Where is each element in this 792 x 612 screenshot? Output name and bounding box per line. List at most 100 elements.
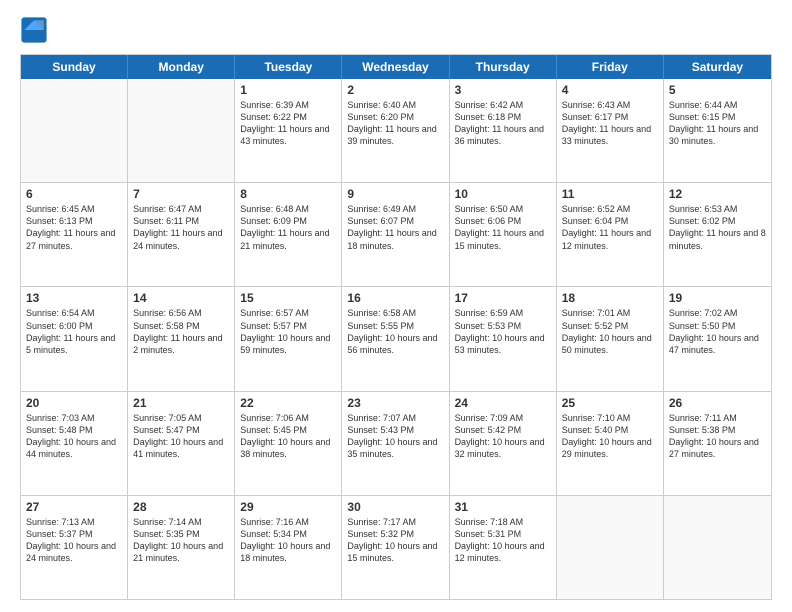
day-info: Sunrise: 6:53 AMSunset: 6:02 PMDaylight:… — [669, 203, 766, 252]
day-number: 3 — [455, 83, 551, 97]
day-number: 7 — [133, 187, 229, 201]
table-row: 15 Sunrise: 6:57 AMSunset: 5:57 PMDayligh… — [235, 287, 342, 390]
table-row: 22 Sunrise: 7:06 AMSunset: 5:45 PMDayligh… — [235, 392, 342, 495]
day-number: 23 — [347, 396, 443, 410]
day-info: Sunrise: 7:17 AMSunset: 5:32 PMDaylight:… — [347, 516, 443, 565]
table-row: 23 Sunrise: 7:07 AMSunset: 5:43 PMDayligh… — [342, 392, 449, 495]
table-row: 25 Sunrise: 7:10 AMSunset: 5:40 PMDayligh… — [557, 392, 664, 495]
day-info: Sunrise: 6:45 AMSunset: 6:13 PMDaylight:… — [26, 203, 122, 252]
table-row: 24 Sunrise: 7:09 AMSunset: 5:42 PMDayligh… — [450, 392, 557, 495]
day-number: 13 — [26, 291, 122, 305]
header-day-thursday: Thursday — [450, 55, 557, 79]
day-info: Sunrise: 7:05 AMSunset: 5:47 PMDaylight:… — [133, 412, 229, 461]
day-info: Sunrise: 6:47 AMSunset: 6:11 PMDaylight:… — [133, 203, 229, 252]
day-number: 6 — [26, 187, 122, 201]
day-number: 24 — [455, 396, 551, 410]
table-row: 8 Sunrise: 6:48 AMSunset: 6:09 PMDaylight… — [235, 183, 342, 286]
day-info: Sunrise: 6:44 AMSunset: 6:15 PMDaylight:… — [669, 99, 766, 148]
calendar-week-4: 20 Sunrise: 7:03 AMSunset: 5:48 PMDayligh… — [21, 391, 771, 495]
day-info: Sunrise: 6:56 AMSunset: 5:58 PMDaylight:… — [133, 307, 229, 356]
day-number: 17 — [455, 291, 551, 305]
table-row: 10Sunrise: 6:50 AMSunset: 6:06 PMDayligh… — [450, 183, 557, 286]
day-info: Sunrise: 7:03 AMSunset: 5:48 PMDaylight:… — [26, 412, 122, 461]
day-number: 22 — [240, 396, 336, 410]
day-number: 14 — [133, 291, 229, 305]
table-row: 16Sunrise: 6:58 AMSunset: 5:55 PMDayligh… — [342, 287, 449, 390]
day-number: 4 — [562, 83, 658, 97]
table-row: 13 Sunrise: 6:54 AMSunset: 6:00 PMDayligh… — [21, 287, 128, 390]
table-row: 18 Sunrise: 7:01 AMSunset: 5:52 PMDayligh… — [557, 287, 664, 390]
day-info: Sunrise: 7:01 AMSunset: 5:52 PMDaylight:… — [562, 307, 658, 356]
day-number: 2 — [347, 83, 443, 97]
header-day-tuesday: Tuesday — [235, 55, 342, 79]
day-info: Sunrise: 6:59 AMSunset: 5:53 PMDaylight:… — [455, 307, 551, 356]
calendar-week-3: 13 Sunrise: 6:54 AMSunset: 6:00 PMDayligh… — [21, 286, 771, 390]
table-row: 2Sunrise: 6:40 AMSunset: 6:20 PMDaylight… — [342, 79, 449, 182]
day-info: Sunrise: 6:42 AMSunset: 6:18 PMDaylight:… — [455, 99, 551, 148]
day-number: 15 — [240, 291, 336, 305]
table-row: 27 Sunrise: 7:13 AMSunset: 5:37 PMDayligh… — [21, 496, 128, 599]
page-header — [20, 16, 772, 44]
day-info: Sunrise: 6:49 AMSunset: 6:07 PMDaylight:… — [347, 203, 443, 252]
day-info: Sunrise: 7:16 AMSunset: 5:34 PMDaylight:… — [240, 516, 336, 565]
day-number: 26 — [669, 396, 766, 410]
table-row: 9Sunrise: 6:49 AMSunset: 6:07 PMDaylight… — [342, 183, 449, 286]
table-row: 31 Sunrise: 7:18 AMSunset: 5:31 PMDayligh… — [450, 496, 557, 599]
table-row: 7 Sunrise: 6:47 AMSunset: 6:11 PMDaylight… — [128, 183, 235, 286]
header-day-wednesday: Wednesday — [342, 55, 449, 79]
day-info: Sunrise: 7:09 AMSunset: 5:42 PMDaylight:… — [455, 412, 551, 461]
day-info: Sunrise: 7:07 AMSunset: 5:43 PMDaylight:… — [347, 412, 443, 461]
day-info: Sunrise: 6:57 AMSunset: 5:57 PMDaylight:… — [240, 307, 336, 356]
header-day-friday: Friday — [557, 55, 664, 79]
day-number: 18 — [562, 291, 658, 305]
day-number: 19 — [669, 291, 766, 305]
calendar: SundayMondayTuesdayWednesdayThursdayFrid… — [20, 54, 772, 600]
table-row: 28Sunrise: 7:14 AMSunset: 5:35 PMDayligh… — [128, 496, 235, 599]
table-row: 20 Sunrise: 7:03 AMSunset: 5:48 PMDayligh… — [21, 392, 128, 495]
day-number: 11 — [562, 187, 658, 201]
day-info: Sunrise: 6:54 AMSunset: 6:00 PMDaylight:… — [26, 307, 122, 356]
table-row: 17 Sunrise: 6:59 AMSunset: 5:53 PMDayligh… — [450, 287, 557, 390]
day-number: 5 — [669, 83, 766, 97]
calendar-header: SundayMondayTuesdayWednesdayThursdayFrid… — [21, 55, 771, 79]
table-row: 21 Sunrise: 7:05 AMSunset: 5:47 PMDayligh… — [128, 392, 235, 495]
table-row: 4Sunrise: 6:43 AMSunset: 6:17 PMDaylight… — [557, 79, 664, 182]
day-number: 1 — [240, 83, 336, 97]
table-row: 3 Sunrise: 6:42 AMSunset: 6:18 PMDaylight… — [450, 79, 557, 182]
logo-icon — [20, 16, 48, 44]
calendar-week-5: 27 Sunrise: 7:13 AMSunset: 5:37 PMDayligh… — [21, 495, 771, 599]
logo — [20, 16, 52, 44]
table-row: 11Sunrise: 6:52 AMSunset: 6:04 PMDayligh… — [557, 183, 664, 286]
day-number: 27 — [26, 500, 122, 514]
day-info: Sunrise: 7:11 AMSunset: 5:38 PMDaylight:… — [669, 412, 766, 461]
day-number: 12 — [669, 187, 766, 201]
header-day-sunday: Sunday — [21, 55, 128, 79]
calendar-week-1: 1 Sunrise: 6:39 AMSunset: 6:22 PMDaylight… — [21, 79, 771, 182]
day-info: Sunrise: 6:58 AMSunset: 5:55 PMDaylight:… — [347, 307, 443, 356]
calendar-week-2: 6 Sunrise: 6:45 AMSunset: 6:13 PMDaylight… — [21, 182, 771, 286]
day-number: 8 — [240, 187, 336, 201]
table-row: 14 Sunrise: 6:56 AMSunset: 5:58 PMDayligh… — [128, 287, 235, 390]
table-row: 12 Sunrise: 6:53 AMSunset: 6:02 PMDayligh… — [664, 183, 771, 286]
day-info: Sunrise: 7:18 AMSunset: 5:31 PMDaylight:… — [455, 516, 551, 565]
day-number: 21 — [133, 396, 229, 410]
calendar-body: 1 Sunrise: 6:39 AMSunset: 6:22 PMDaylight… — [21, 79, 771, 599]
day-number: 29 — [240, 500, 336, 514]
table-row — [128, 79, 235, 182]
day-number: 20 — [26, 396, 122, 410]
day-number: 31 — [455, 500, 551, 514]
table-row — [21, 79, 128, 182]
day-info: Sunrise: 7:13 AMSunset: 5:37 PMDaylight:… — [26, 516, 122, 565]
day-info: Sunrise: 7:14 AMSunset: 5:35 PMDaylight:… — [133, 516, 229, 565]
header-day-monday: Monday — [128, 55, 235, 79]
table-row — [664, 496, 771, 599]
day-info: Sunrise: 6:48 AMSunset: 6:09 PMDaylight:… — [240, 203, 336, 252]
day-number: 25 — [562, 396, 658, 410]
day-info: Sunrise: 7:10 AMSunset: 5:40 PMDaylight:… — [562, 412, 658, 461]
day-info: Sunrise: 7:06 AMSunset: 5:45 PMDaylight:… — [240, 412, 336, 461]
table-row: 6 Sunrise: 6:45 AMSunset: 6:13 PMDaylight… — [21, 183, 128, 286]
table-row: 19 Sunrise: 7:02 AMSunset: 5:50 PMDayligh… — [664, 287, 771, 390]
table-row: 30Sunrise: 7:17 AMSunset: 5:32 PMDayligh… — [342, 496, 449, 599]
day-info: Sunrise: 7:02 AMSunset: 5:50 PMDaylight:… — [669, 307, 766, 356]
day-info: Sunrise: 6:39 AMSunset: 6:22 PMDaylight:… — [240, 99, 336, 148]
